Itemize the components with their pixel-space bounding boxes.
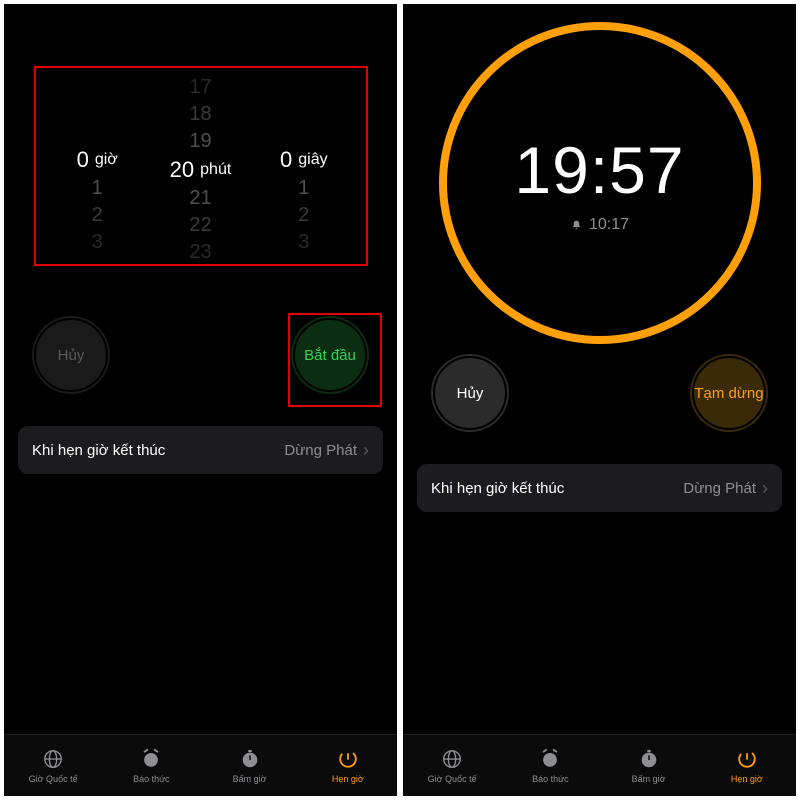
- tab-timer[interactable]: Hẹn giờ: [299, 735, 397, 796]
- tab-stopwatch[interactable]: Bấm giờ: [201, 735, 299, 796]
- globe-icon: [440, 747, 464, 771]
- countdown-ring: 19:57 10:17: [439, 22, 761, 344]
- picker-seconds-value: 0giây: [252, 147, 355, 173]
- tab-alarm[interactable]: Báo thức: [501, 735, 599, 796]
- bell-icon: [570, 219, 583, 232]
- stopwatch-icon: [238, 747, 262, 771]
- alarm-icon: [139, 747, 163, 771]
- picker-minutes-column[interactable]: 17 18 19 20phút 21 22 23: [149, 76, 252, 254]
- globe-icon: [41, 747, 65, 771]
- cancel-button[interactable]: Hủy: [32, 316, 110, 394]
- tab-bar: Giờ Quốc tế Báo thức Bấm giờ Hẹn giờ: [4, 734, 397, 796]
- tab-bar: Giờ Quốc tế Báo thức Bấm giờ Hẹn giờ: [403, 734, 796, 796]
- picker-hours-value: 0giờ: [46, 147, 149, 173]
- duration-picker[interactable]: 0giờ 1 2 3 17 18 19 20phút 21 22 23: [4, 76, 397, 254]
- tab-world-clock[interactable]: Giờ Quốc tế: [4, 735, 102, 796]
- chevron-right-icon: ›: [363, 440, 369, 461]
- timer-running-screen: 19:57 10:17 Hủy Tạm dừng Khi hẹn giờ kết…: [403, 4, 796, 796]
- tab-alarm[interactable]: Báo thức: [102, 735, 200, 796]
- stopwatch-icon: [637, 747, 661, 771]
- when-timer-ends-row[interactable]: Khi hẹn giờ kết thúc Dừng Phát ›: [417, 464, 782, 512]
- cancel-button[interactable]: Hủy: [431, 354, 509, 432]
- picker-minutes-value: 20phút: [149, 157, 252, 183]
- timer-icon: [336, 747, 360, 771]
- picker-hours-column[interactable]: 0giờ 1 2 3: [46, 76, 149, 254]
- tab-stopwatch[interactable]: Bấm giờ: [600, 735, 698, 796]
- start-button[interactable]: Bắt đầu: [291, 316, 369, 394]
- pause-button[interactable]: Tạm dừng: [690, 354, 768, 432]
- alarm-icon: [538, 747, 562, 771]
- when-timer-ends-row[interactable]: Khi hẹn giờ kết thúc Dừng Phát ›: [18, 426, 383, 474]
- picker-seconds-column[interactable]: 0giây 1 2 3: [252, 76, 355, 254]
- eta-time: 10:17: [589, 216, 629, 234]
- timer-setup-screen: 0giờ 1 2 3 17 18 19 20phút 21 22 23: [4, 4, 397, 796]
- option-label: Khi hẹn giờ kết thúc: [431, 480, 564, 497]
- option-label: Khi hẹn giờ kết thúc: [32, 442, 165, 459]
- timer-icon: [735, 747, 759, 771]
- tab-world-clock[interactable]: Giờ Quốc tế: [403, 735, 501, 796]
- eta-row: 10:17: [570, 216, 629, 234]
- chevron-right-icon: ›: [762, 478, 768, 499]
- option-value: Dừng Phát: [284, 442, 357, 459]
- option-value: Dừng Phát: [683, 480, 756, 497]
- tab-timer[interactable]: Hẹn giờ: [698, 735, 796, 796]
- countdown-time: 19:57: [514, 132, 684, 208]
